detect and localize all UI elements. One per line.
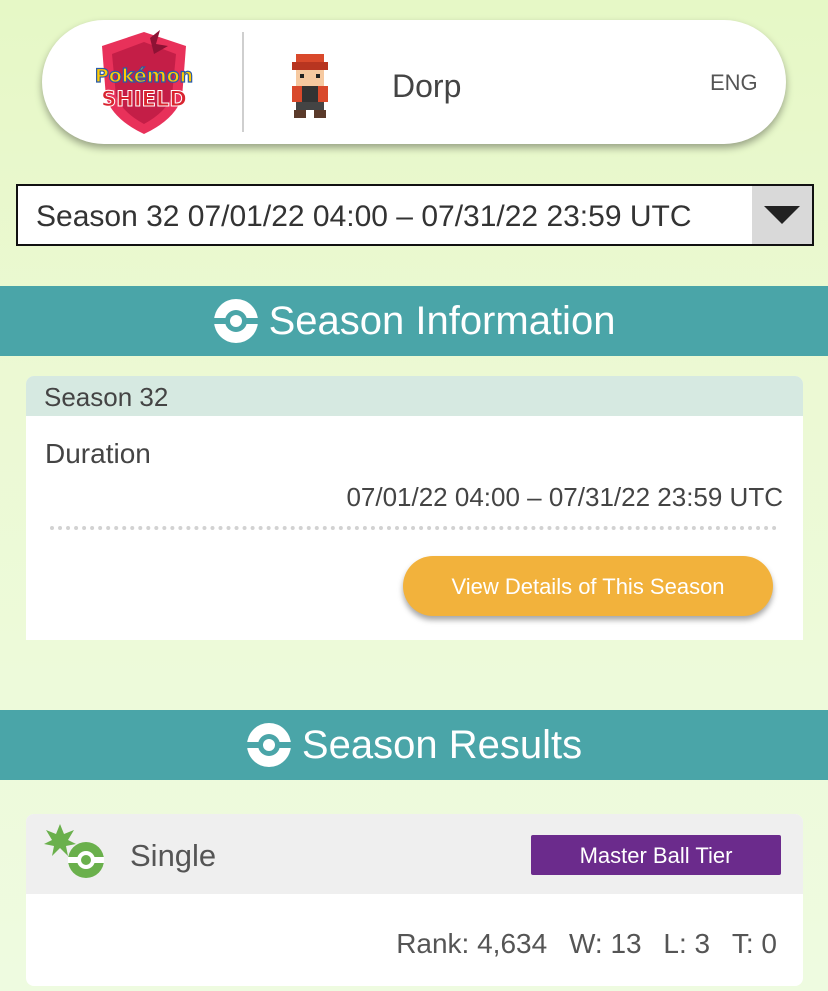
- rank-value: Rank: 4,634: [396, 928, 548, 959]
- trainer-sprite-icon: [292, 54, 328, 118]
- pokeball-icon: [245, 723, 292, 767]
- results-stats: Rank: 4,634 W: 13 L: 3 T: 0: [396, 928, 777, 960]
- battle-single-icon: [44, 824, 104, 878]
- tier-badge: Master Ball Tier: [531, 835, 781, 875]
- duration-value: 07/01/22 04:00 – 07/31/22 23:59 UTC: [346, 482, 783, 512]
- dropdown-button[interactable]: [752, 186, 812, 244]
- language-switch[interactable]: ENG: [710, 70, 758, 96]
- pokeball-icon: [212, 299, 259, 343]
- season-label: Season 32: [26, 376, 803, 416]
- season-results-header: Season Results: [0, 710, 828, 780]
- battle-type-label: Single: [130, 838, 217, 873]
- season-information-header: Season Information: [0, 286, 828, 356]
- dotted-divider: [50, 526, 777, 530]
- season-select[interactable]: Season 32 07/01/22 04:00 – 07/31/22 23:5…: [16, 184, 814, 246]
- svg-text:SHIELD: SHIELD: [101, 87, 187, 111]
- results-header-row: Single Master Ball Tier: [26, 814, 803, 894]
- header-card: Pokémon SHIELD Dorp ENG: [42, 20, 786, 144]
- dropdown-arrow-icon: [764, 206, 800, 224]
- season-info-card: Season 32 Duration 07/01/22 04:00 – 07/3…: [26, 376, 803, 640]
- player-name: Dorp: [392, 68, 462, 104]
- ties-value: T: 0: [731, 928, 777, 959]
- season-select-value: Season 32 07/01/22 04:00 – 07/31/22 23:5…: [36, 200, 692, 233]
- losses-value: L: 3: [663, 928, 711, 959]
- view-details-button[interactable]: View Details of This Season: [403, 556, 773, 616]
- svg-text:Pokémon: Pokémon: [95, 65, 193, 87]
- pokemon-shield-logo: Pokémon SHIELD: [94, 30, 194, 134]
- section-title: Season Information: [268, 298, 616, 343]
- header-divider: [242, 32, 244, 132]
- section-title: Season Results: [301, 722, 583, 767]
- wins-value: W: 13: [568, 928, 642, 959]
- season-results-card: Single Master Ball Tier Rank: 4,634 W: 1…: [26, 814, 803, 986]
- duration-label: Duration: [45, 438, 151, 469]
